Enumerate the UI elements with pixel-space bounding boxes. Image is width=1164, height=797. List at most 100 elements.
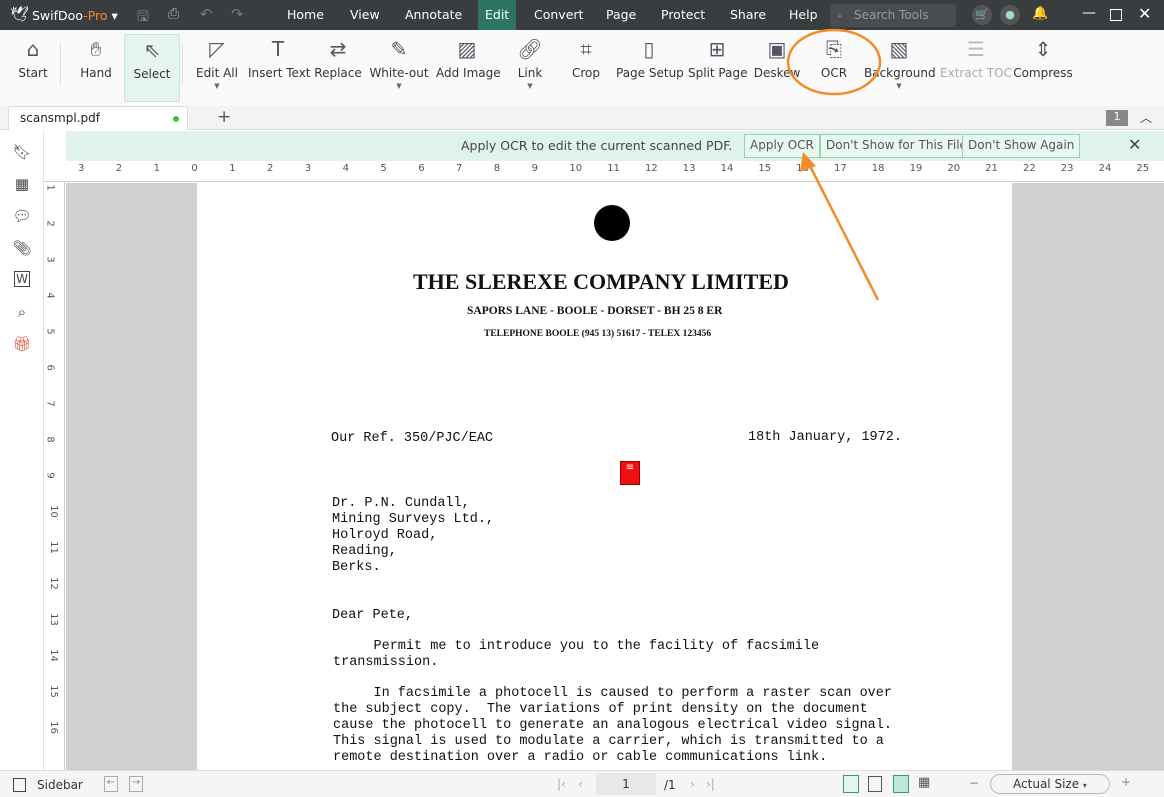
search-tools-input[interactable]: ⌕ Search Tools xyxy=(830,4,956,27)
text-line: cause the photocell to generate an analo… xyxy=(333,718,892,733)
forward-button[interactable]: → xyxy=(129,776,143,792)
ruler-tick-label: 7 xyxy=(456,163,463,174)
app-name[interactable]: SwifDoo-Pro ▾ xyxy=(32,8,118,23)
tool-page-setup-button[interactable]: ▯ Page Setup xyxy=(616,34,684,102)
bookmark-icon[interactable]: 🔖︎ xyxy=(12,143,32,161)
ruler-tick-label: 15 xyxy=(47,685,59,698)
vertical-ruler: 1 2 3 4 5 6 7 8 9 10 11 12 13 14 15 16 xyxy=(44,182,65,770)
page-number-input[interactable]: 1 xyxy=(596,773,656,795)
tool-background-button[interactable]: ▧ Background ▼ xyxy=(864,34,936,102)
dropdown-caret-icon[interactable]: ▼ xyxy=(864,82,934,90)
apply-ocr-button[interactable]: Apply OCR xyxy=(744,134,820,158)
back-button[interactable]: ← xyxy=(104,776,118,792)
ruler-tick-label: 13 xyxy=(47,613,59,626)
save-icon[interactable]: 🖫 xyxy=(137,6,149,30)
minimize-button[interactable]: — xyxy=(1082,5,1096,21)
close-button[interactable]: ✕ xyxy=(1138,4,1151,23)
continuous-view-icon[interactable] xyxy=(893,775,909,793)
modified-dot xyxy=(173,116,179,122)
single-page-view-icon[interactable] xyxy=(843,775,859,793)
compress-icon: ⇕ xyxy=(1034,37,1052,61)
ocr-icon: ⎘ xyxy=(826,37,842,61)
user-avatar-icon[interactable]: ● xyxy=(1000,5,1020,25)
two-page-view-icon[interactable] xyxy=(868,776,882,792)
tool-extract-toc-button[interactable]: ☰ Extract TOC xyxy=(940,34,1012,102)
undo-icon[interactable]: ↶ xyxy=(200,5,213,23)
tool-label: Replace xyxy=(314,66,362,80)
new-tab-button[interactable]: + xyxy=(217,107,231,127)
deskew-icon: ▣ xyxy=(767,37,787,61)
dropdown-caret-icon[interactable]: ▼ xyxy=(510,82,550,90)
zoom-out-button[interactable]: − xyxy=(969,776,979,790)
last-page-button[interactable]: ›| xyxy=(706,777,715,791)
prev-page-button[interactable]: ‹ xyxy=(578,777,583,791)
ruler-tick-label: 10 xyxy=(47,505,59,518)
status-bar: Sidebar ← → |‹ ‹ 1 /1 › ›| ▦ − Actual Si… xyxy=(0,770,1164,797)
tool-add-image-button[interactable]: ▨ Add Image xyxy=(436,34,501,102)
ruler-tick-label: 16 xyxy=(47,721,59,734)
grid-view-icon[interactable]: ▦ xyxy=(918,775,930,790)
cart-icon[interactable]: 🛒 xyxy=(972,5,992,25)
print-icon[interactable]: ⎙ xyxy=(168,6,179,22)
tool-compress-button[interactable]: ⇕ Compress xyxy=(1012,34,1074,102)
ruler-tick-label: 1 xyxy=(44,184,56,191)
address-line: Mining Surveys Ltd., xyxy=(332,512,495,527)
ruler-tick-label: 21 xyxy=(985,163,998,174)
menu-view[interactable]: View xyxy=(343,0,387,30)
cursor-icon: ⇖ xyxy=(143,38,161,62)
dont-show-again-button[interactable]: Don't Show Again xyxy=(962,134,1081,158)
comments-icon[interactable]: 💬︎ xyxy=(12,207,32,225)
zoom-in-button[interactable]: + xyxy=(1121,775,1131,789)
recipient-address: Dr. P.N. Cundall, Mining Surveys Ltd., Hol… xyxy=(332,496,494,576)
redo-icon[interactable]: ↷ xyxy=(231,5,244,23)
doc-tab[interactable]: scansmpl.pdf xyxy=(8,106,188,130)
dropdown-caret-icon[interactable]: ▼ xyxy=(192,82,242,90)
tool-select-button[interactable]: ⇖ Select xyxy=(124,34,180,102)
maximize-button[interactable] xyxy=(1110,9,1122,21)
tool-link-button[interactable]: 🔗︎ Link ▼ xyxy=(510,34,550,102)
close-bar-icon[interactable]: ✕ xyxy=(1128,135,1141,154)
dropdown-caret-icon[interactable]: ▼ xyxy=(368,82,430,90)
menu-page[interactable]: Page xyxy=(599,0,643,30)
text-line: In facsimile a photocell is caused to pe… xyxy=(333,686,893,701)
tool-split-page-button[interactable]: ⊞ Split Page xyxy=(688,34,747,102)
tool-insert-text-button[interactable]: T Insert Text xyxy=(248,34,311,102)
word-icon[interactable]: W xyxy=(14,271,30,287)
ruler-tick-label: 19 xyxy=(909,163,923,174)
tool-edit-all-button[interactable]: ◸ Edit All ▼ xyxy=(192,34,242,102)
gift-icon[interactable]: 🎁︎ xyxy=(12,335,32,353)
tool-hand-button[interactable]: ✋︎ Hand xyxy=(72,34,120,102)
ruler-tick-label: 25 xyxy=(1136,163,1150,174)
tool-crop-button[interactable]: ⌗ Crop xyxy=(566,34,606,102)
tool-replace-button[interactable]: ⇄ Replace xyxy=(314,34,362,102)
menu-annotate[interactable]: Annotate xyxy=(398,0,469,30)
bell-icon[interactable]: 🔔 xyxy=(1032,6,1048,21)
zoom-select[interactable]: Actual Size ▾ xyxy=(990,774,1110,794)
menu-help[interactable]: Help xyxy=(782,0,825,30)
menu-home[interactable]: Home xyxy=(280,0,331,30)
tool-label: Link xyxy=(517,66,543,80)
eraser-icon: ✎ xyxy=(390,37,408,61)
sidebar-toggle-icon[interactable] xyxy=(13,778,26,792)
text-line: the subject copy. The variations of prin… xyxy=(333,702,868,717)
tool-ocr-button[interactable]: ⎘ OCR xyxy=(812,34,856,102)
menu-share[interactable]: Share xyxy=(723,0,773,30)
search-icon[interactable]: ⌕ xyxy=(12,303,32,321)
sidebar-label[interactable]: Sidebar xyxy=(37,778,83,792)
next-page-button[interactable]: › xyxy=(690,777,695,791)
tool-white-out-button[interactable]: ✎ White-out ▼ xyxy=(368,34,430,102)
attachment-icon[interactable]: 📎︎ xyxy=(12,239,32,257)
home-icon: ⌂ xyxy=(26,37,40,61)
thumbnails-icon[interactable]: ▦ xyxy=(12,175,32,193)
menu-convert[interactable]: Convert xyxy=(527,0,590,30)
ruler-tick-label: 16 xyxy=(796,163,809,174)
menu-edit[interactable]: Edit xyxy=(478,0,517,30)
tool-deskew-button[interactable]: ▣ Deskew xyxy=(752,34,802,102)
note-annotation-icon[interactable]: ≡ xyxy=(620,461,640,485)
first-page-button[interactable]: |‹ xyxy=(557,777,566,791)
collapse-ribbon-button[interactable]: ︿ xyxy=(1140,109,1152,126)
dont-show-file-button[interactable]: Don't Show for This File xyxy=(820,134,973,158)
menu-protect[interactable]: Protect xyxy=(654,0,712,30)
tool-start-button[interactable]: ⌂ Start xyxy=(8,34,58,102)
ruler-tick-label: 11 xyxy=(607,163,620,174)
